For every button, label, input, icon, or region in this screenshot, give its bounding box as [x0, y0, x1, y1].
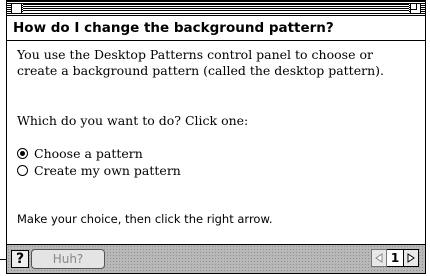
- bottom-bar: ? Huh? 1: [7, 244, 425, 273]
- huh-button[interactable]: Huh?: [31, 249, 105, 269]
- next-button[interactable]: [403, 249, 419, 267]
- intro-paragraph: You use the Desktop Patterns control pan…: [17, 47, 384, 78]
- radio-choose-pattern[interactable]: [17, 148, 28, 159]
- content-area: You use the Desktop Patterns control pan…: [17, 47, 417, 179]
- option-label: Choose a pattern: [34, 145, 143, 161]
- instruction-paragraph: Which do you want to do? Click one:: [17, 113, 249, 128]
- page-number: 1: [387, 249, 403, 267]
- option-create-pattern[interactable]: Create my own pattern: [17, 162, 417, 179]
- guide-window: How do I change the background pattern? …: [6, 0, 426, 274]
- option-choose-pattern[interactable]: Choose a pattern: [17, 145, 417, 162]
- question-heading: How do I change the background pattern?: [7, 16, 425, 41]
- title-bar[interactable]: [7, 1, 425, 16]
- close-box[interactable]: [11, 3, 22, 14]
- help-button[interactable]: ?: [11, 250, 29, 268]
- left-arrow-icon: [375, 253, 383, 263]
- previous-button[interactable]: [371, 249, 387, 267]
- right-arrow-icon: [407, 253, 415, 263]
- page-navigator: 1: [371, 249, 419, 267]
- option-label: Create my own pattern: [34, 162, 181, 178]
- radio-create-pattern[interactable]: [17, 165, 28, 176]
- choice-group: Choose a pattern Create my own pattern: [17, 145, 417, 179]
- zoom-box[interactable]: [410, 3, 421, 14]
- title-bar-stripes: [23, 4, 409, 12]
- instruction-note: Make your choice, then click the right a…: [17, 212, 273, 226]
